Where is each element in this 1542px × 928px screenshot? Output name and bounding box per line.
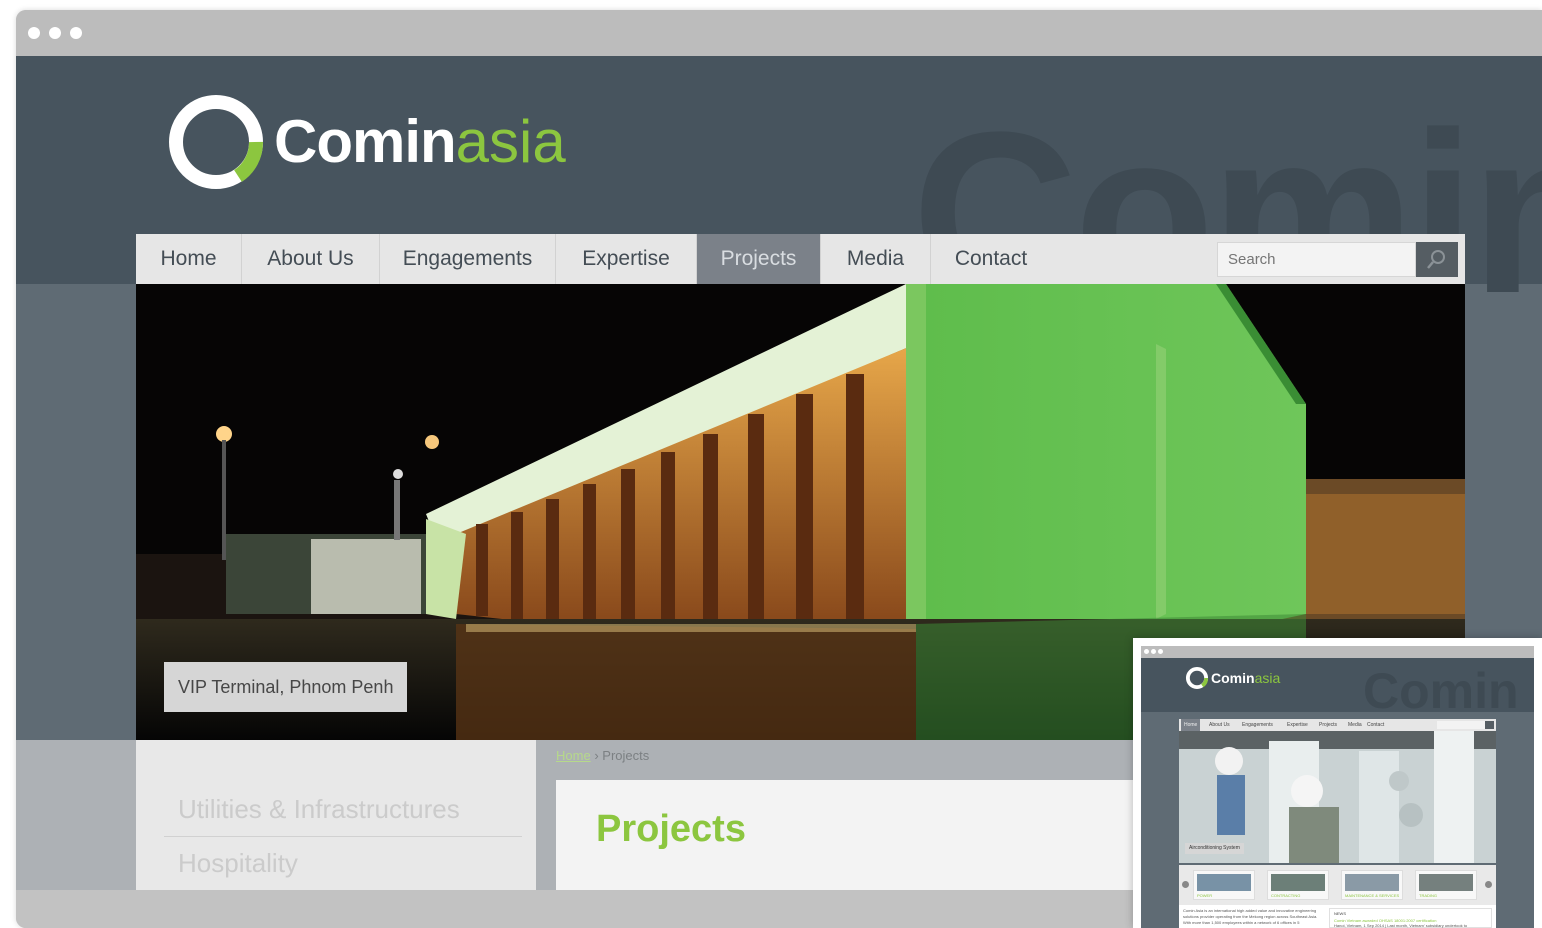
window-dot-icon[interactable] [49,27,61,39]
preview-logo-icon [1185,666,1209,690]
preview-body: Comin Asia is an international high adde… [1179,905,1496,928]
breadcrumb: Home › Projects [556,748,649,763]
preview-card-image [1197,874,1251,891]
window-dot-icon[interactable] [28,27,40,39]
preview-header: Comin Cominasia [1141,658,1534,716]
preview-nav-item: Engagements [1242,722,1273,728]
preview-card-image [1271,874,1325,891]
preview-news-text: Hanoi, Vietnam, 1 Sep 2014 | Last month,… [1334,923,1468,928]
sidebar-item-utilities[interactable]: Utilities & Infrastructures [178,794,460,825]
preview-card-label: CONTRACTING [1271,893,1301,898]
preview-hero-image: Airconditioning System [1179,731,1496,863]
breadcrumb-home-link[interactable]: Home [556,748,591,763]
search-input[interactable] [1217,242,1416,277]
nav-about-us[interactable]: About Us [242,234,380,284]
search-button[interactable] [1416,242,1458,277]
preview-service-card: POWER [1193,870,1255,900]
preview-service-card: CONTRACTING [1267,870,1329,900]
preview-prev-arrow-icon [1182,881,1189,888]
preview-watermark: Comin [1363,663,1519,719]
logo-wordmark: Cominasia [274,108,566,175]
logo-ring-icon [169,95,263,189]
nav-contact[interactable]: Contact [931,234,1051,284]
preview-card-image [1419,874,1473,891]
preview-viewport: Comin Cominasia Home About Us Engagement… [1141,658,1534,928]
window-dot-icon [1158,649,1163,654]
preview-service-strip: POWER CONTRACTING MAINTENANCE & SERVICES… [1179,865,1496,905]
window-dot-icon [1144,649,1149,654]
preview-news-box: NEWS Comin Vietnam awarded OHSAS 18001:2… [1329,908,1492,928]
main-content: Projects [556,780,1176,890]
breadcrumb-current: Projects [602,748,650,763]
category-sidebar: Utilities & Infrastructures Hospitality [136,740,536,890]
nav-home[interactable]: Home [136,234,242,284]
preview-news-heading: NEWS [1334,911,1346,916]
site-logo[interactable]: Cominasia [166,92,566,192]
nav-media[interactable]: Media [821,234,931,284]
browser-title-bar [16,10,1542,56]
preview-logo-wordmark: Cominasia [1211,670,1281,686]
nav-expertise[interactable]: Expertise [556,234,697,284]
preview-nav-item: Home [1181,719,1201,731]
breadcrumb-separator: › [594,748,599,763]
preview-next-arrow-icon [1485,881,1492,888]
preview-intro-text: Comin Asia is an international high adde… [1183,908,1318,925]
preview-search-icon [1485,721,1494,729]
preview-nav-item: About Us [1209,722,1230,728]
page-title: Projects [596,808,746,850]
sidebar-divider [164,836,522,837]
preview-hero-caption: Airconditioning System [1185,843,1244,854]
preview-nav-item: Contact [1367,722,1385,728]
preview-service-card: TRADING [1415,870,1477,900]
preview-service-card: MAINTENANCE & SERVICES [1341,870,1403,900]
preview-search-input [1437,721,1485,729]
sidebar-item-hospitality[interactable]: Hospitality [178,848,298,879]
preview-title-bar [1141,646,1534,658]
nav-projects[interactable]: Projects [697,234,821,284]
preview-nav-item: Media [1348,722,1362,728]
site-preview-thumbnail: Comin Cominasia Home About Us Engagement… [1133,638,1542,928]
nav-engagements[interactable]: Engagements [380,234,556,284]
preview-nav-item: Projects [1319,722,1338,728]
hero-caption: VIP Terminal, Phnom Penh [164,662,408,712]
preview-navigation: Home About Us Engagements Expertise Proj… [1179,719,1496,731]
window-dot-icon[interactable] [70,27,82,39]
preview-nav-item: Expertise [1287,722,1308,728]
preview-card-image [1345,874,1399,891]
preview-card-label: POWER [1197,893,1213,898]
preview-card-label: TRADING [1419,893,1437,898]
main-navigation: Home About Us Engagements Expertise Proj… [136,234,1465,284]
window-dot-icon [1151,649,1156,654]
preview-card-label: MAINTENANCE & SERVICES [1345,893,1400,898]
magnifier-icon [1427,250,1445,269]
